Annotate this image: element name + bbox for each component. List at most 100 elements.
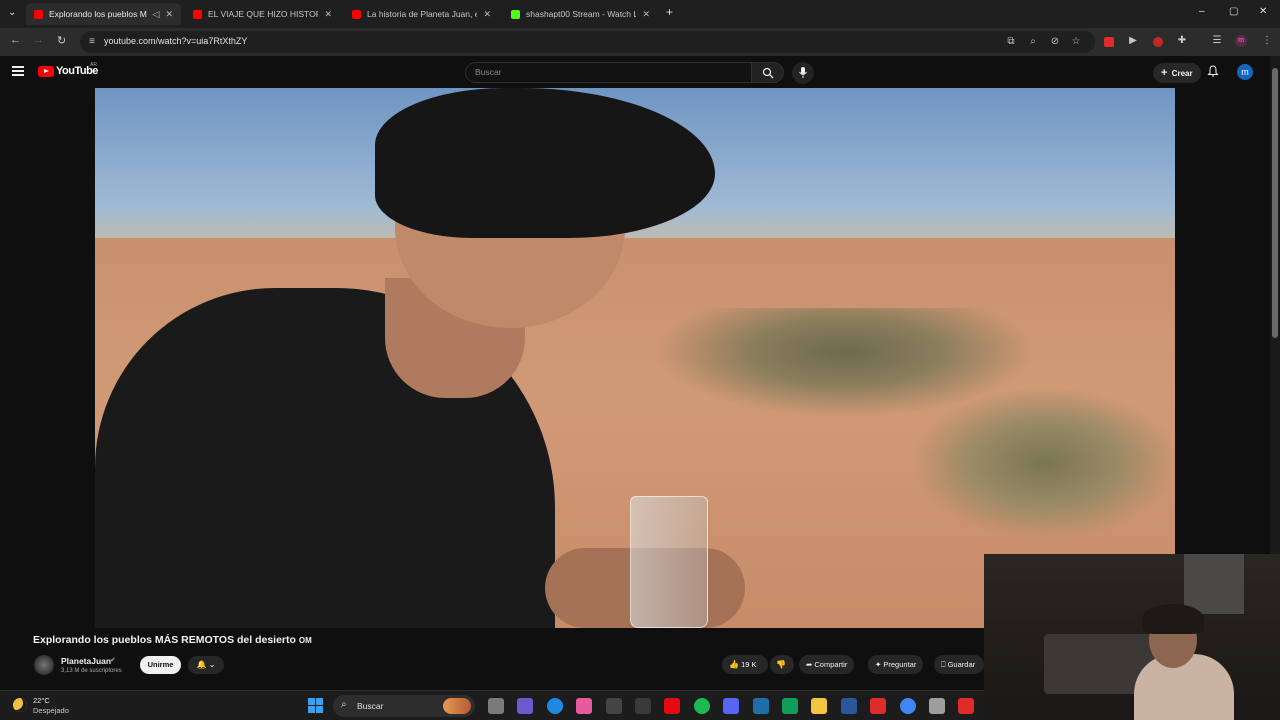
- share-icon: ➦: [806, 660, 813, 669]
- minimize-button[interactable]: –: [1199, 6, 1205, 17]
- tab-audio-icon[interactable]: ◁: [153, 9, 160, 20]
- address-bar[interactable]: ≡ youtube.com/watch?v=uia7RtXthZY ⧉ ⌕ ⊘ …: [80, 31, 1095, 53]
- edge-icon[interactable]: [546, 698, 563, 714]
- tab-title: Explorando los pueblos MÁ: [49, 9, 147, 19]
- create-button[interactable]: + Crear: [1153, 63, 1201, 83]
- taskbar-search[interactable]: ⌕ Buscar: [333, 695, 475, 717]
- search-box[interactable]: [465, 62, 752, 83]
- youtube-favicon-icon: [352, 9, 361, 19]
- tab-close-icon[interactable]: ✕: [483, 9, 491, 20]
- netflix-icon[interactable]: [664, 698, 681, 714]
- moon-weather-icon[interactable]: [13, 698, 27, 712]
- extension-red-icon[interactable]: [1104, 37, 1114, 47]
- ask-button[interactable]: ✦ Preguntar: [868, 655, 924, 674]
- channel-name[interactable]: PlanetaJuan: [61, 656, 111, 666]
- chevron-down-icon: ⌄: [208, 660, 216, 669]
- word-icon[interactable]: [840, 698, 857, 714]
- file-explorer-icon[interactable]: [811, 698, 828, 714]
- kick-favicon-icon: [511, 9, 520, 19]
- save-button[interactable]: ⎕ Guardar: [934, 655, 984, 674]
- eye-off-icon[interactable]: ⊘: [1049, 36, 1061, 48]
- video-frame-person-cap: [375, 88, 715, 238]
- video-player[interactable]: [95, 88, 1175, 628]
- notifications-bell-icon[interactable]: [1207, 65, 1219, 77]
- url-text[interactable]: youtube.com/watch?v=uia7RtXthZY: [104, 36, 247, 46]
- tab-title: La historia de Planeta Juan, el c: [367, 9, 478, 19]
- tab-close-icon[interactable]: ✕: [324, 9, 332, 20]
- reload-button[interactable]: ↻: [57, 34, 66, 47]
- video-title-text: Explorando los pueblos MÁS REMOTOS del d…: [33, 634, 296, 646]
- zoom-icon[interactable]: ⌕: [1027, 36, 1039, 48]
- bookmark-star-icon[interactable]: ☆: [1070, 36, 1082, 48]
- task-view-icon[interactable]: [488, 698, 504, 714]
- tab-list-icon[interactable]: ⌄: [8, 7, 16, 18]
- browser-menu-icon[interactable]: ⋮: [1261, 35, 1273, 47]
- sparkle-icon: ✦: [875, 660, 882, 669]
- search-highlight-icon: [443, 698, 471, 714]
- weather-temperature[interactable]: 22°C: [33, 696, 50, 705]
- search-icon: [762, 67, 773, 79]
- maximize-button[interactable]: ▢: [1229, 6, 1238, 17]
- extension-play-icon[interactable]: ▶: [1127, 35, 1139, 47]
- close-window-button[interactable]: ✕: [1259, 6, 1267, 17]
- tab-kick-stream[interactable]: shashapt00 Stream - Watch Liv ✕: [503, 3, 658, 25]
- extensions-puzzle-icon[interactable]: ✚: [1176, 35, 1188, 47]
- subscription-bell-button[interactable]: 🔔 ⌄: [188, 656, 224, 674]
- photos-icon[interactable]: [782, 698, 798, 714]
- youtube-favicon-icon: [193, 9, 202, 19]
- new-tab-button[interactable]: +: [666, 5, 673, 19]
- spotify-icon[interactable]: [693, 698, 710, 714]
- scrollbar-thumb[interactable]: [1272, 68, 1278, 338]
- tab-close-icon[interactable]: ✕: [642, 9, 650, 20]
- ds-red-icon[interactable]: [870, 698, 887, 714]
- install-app-icon[interactable]: ⧉: [1005, 36, 1017, 48]
- browser-tab-strip: ⌄ Explorando los pueblos MÁ ◁ ✕ EL VIAJE…: [0, 0, 1280, 28]
- youtube-header: YouTube AR + Crear m: [0, 56, 1270, 88]
- chrome-icon[interactable]: [899, 698, 916, 714]
- teams-icon[interactable]: [517, 698, 534, 714]
- thumbs-up-icon: 👍: [729, 660, 739, 669]
- hamburger-menu-icon[interactable]: [12, 66, 24, 76]
- video-title: Explorando los pueblos MÁS REMOTOS del d…: [33, 634, 312, 646]
- subscriber-count: 3,13 M de suscriptores: [61, 668, 122, 674]
- ds-app-icon[interactable]: [752, 698, 769, 714]
- create-label: Crear: [1171, 69, 1193, 78]
- thumbs-down-icon: 👎: [776, 660, 786, 669]
- share-label: Compartir: [814, 660, 848, 669]
- join-button[interactable]: Unirme: [140, 656, 181, 674]
- back-button[interactable]: ←: [10, 34, 21, 46]
- site-info-icon[interactable]: ≡: [86, 36, 98, 48]
- country-code: AR: [90, 62, 97, 68]
- tab-close-icon[interactable]: ✕: [165, 9, 173, 20]
- tab-el-viaje[interactable]: EL VIAJE QUE HIZO HISTORIA - ✕: [185, 3, 340, 25]
- streaming-app-icon[interactable]: [958, 698, 975, 714]
- video-frame-water-glass: [630, 496, 708, 628]
- browser-toolbar: ← → ↻ ≡ youtube.com/watch?v=uia7RtXthZY …: [0, 28, 1280, 56]
- terminal-icon[interactable]: [605, 698, 622, 714]
- copilot-icon[interactable]: [576, 698, 593, 714]
- tab-title: shashapt00 Stream - Watch Liv: [526, 9, 637, 19]
- voice-search-button[interactable]: [792, 62, 814, 84]
- obs-icon[interactable]: [929, 698, 945, 714]
- youtube-logo-icon[interactable]: [38, 66, 54, 77]
- search-button[interactable]: [752, 62, 784, 83]
- search-input[interactable]: [475, 67, 735, 77]
- store-icon[interactable]: [635, 698, 651, 714]
- profile-avatar[interactable]: m: [1235, 35, 1247, 47]
- reading-list-icon[interactable]: ☰: [1211, 35, 1223, 47]
- weather-description[interactable]: Despejado: [33, 706, 69, 715]
- tab-historia-planeta-juan[interactable]: La historia de Planeta Juan, el c ✕: [344, 3, 499, 25]
- video-title-suffix: OM: [298, 636, 312, 645]
- forward-button[interactable]: →: [33, 34, 44, 46]
- like-button[interactable]: 👍 19 K: [722, 655, 768, 674]
- tab-explorando[interactable]: Explorando los pueblos MÁ ◁ ✕: [26, 3, 181, 25]
- like-count: 19 K: [741, 660, 757, 669]
- dislike-button[interactable]: 👎: [770, 655, 794, 674]
- share-button[interactable]: ➦ Compartir: [799, 655, 855, 674]
- extension-badge-icon[interactable]: [1153, 37, 1163, 47]
- channel-avatar[interactable]: [34, 655, 54, 675]
- windows-start-icon[interactable]: [308, 698, 323, 713]
- youtube-favicon-icon: [34, 9, 43, 19]
- discord-icon[interactable]: [723, 698, 740, 714]
- account-avatar[interactable]: m: [1237, 64, 1253, 80]
